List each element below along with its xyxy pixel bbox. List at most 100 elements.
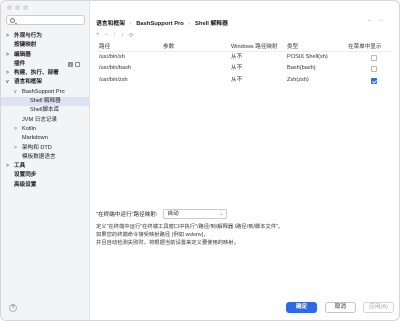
column-header-args[interactable]: 参数	[163, 43, 231, 51]
breadcrumb: 语言和框架 › BashSupport Pro › Shell 解释器	[96, 18, 231, 27]
sidebar-item-label: 架构和 DTD	[22, 144, 52, 151]
table-toolbar: + − ↑ ↓ ⟳	[96, 32, 134, 39]
breadcrumb-item: 语言和框架	[96, 21, 125, 27]
forward-arrow-icon[interactable]: →	[378, 17, 389, 23]
show-in-menu-checkbox[interactable]	[371, 77, 377, 84]
sidebar: > 外观与行为 按键映射 > 编辑器 插件 i > 构建、执行、部署 v 语言和…	[1, 1, 90, 320]
zoom-window-button[interactable]	[23, 5, 28, 10]
sidebar-item-kotlin[interactable]: > Kotlin	[1, 125, 90, 134]
move-down-icon[interactable]: ↓	[121, 32, 124, 39]
main-panel: 语言和框架 › BashSupport Pro › Shell 解释器 ←→ +…	[90, 1, 399, 320]
column-header-type[interactable]: 类型	[287, 43, 348, 51]
cell-type: Bash(bash)	[287, 65, 316, 72]
sidebar-item-tools[interactable]: > 工具	[1, 162, 90, 171]
search-input[interactable]	[6, 15, 85, 25]
sidebar-item-label: 设置同步	[14, 172, 37, 179]
cell-show	[348, 75, 392, 86]
show-in-menu-checkbox[interactable]	[371, 66, 377, 73]
cell-show	[348, 52, 392, 63]
sidebar-item-build[interactable]: > 构建、执行、部署	[1, 69, 90, 78]
apply-button[interactable]: 应用(A)	[363, 302, 394, 313]
table-row[interactable]: /usr/bin/bash 从不 Bash(bash)	[96, 63, 392, 74]
translate-icon: i	[68, 61, 73, 67]
sidebar-item-label: 插件	[14, 60, 26, 67]
sidebar-item-plugins[interactable]: 插件 i	[1, 60, 90, 69]
sidebar-item-bashsupport[interactable]: v BashSupport Pro	[1, 88, 90, 97]
sidebar-item-template-languages[interactable]: 模板数据语言	[1, 153, 90, 162]
chevron-down-icon[interactable]: v	[6, 78, 9, 87]
ok-button[interactable]: 确定	[286, 302, 317, 313]
sidebar-item-keymap[interactable]: 按键映射	[1, 41, 90, 50]
move-up-icon[interactable]: ↑	[113, 32, 116, 39]
sidebar-item-advanced[interactable]: 高级设置	[1, 181, 90, 190]
cell-mapping: 从不	[231, 65, 243, 72]
sidebar-item-label: 工具	[14, 163, 26, 170]
plugin-badges: i	[68, 61, 80, 67]
grid-icon	[75, 61, 80, 67]
close-window-button[interactable]	[7, 5, 12, 10]
cell-path: /usr/bin/zsh	[99, 76, 128, 83]
column-header-mapping[interactable]: Windows 路径映射	[231, 43, 287, 51]
table-row[interactable]: /usr/bin/zsh 从不 Zsh(zsh)	[96, 75, 392, 86]
sidebar-item-label: Markdown	[22, 135, 48, 142]
help-button[interactable]: ?	[9, 304, 17, 312]
breadcrumb-item: BashSupport Pro	[136, 21, 184, 27]
chevron-right-icon[interactable]: >	[6, 69, 9, 78]
sidebar-item-label: 外观与行为	[14, 33, 42, 39]
sidebar-item-appearance[interactable]: > 外观与行为	[1, 32, 90, 41]
breadcrumb-separator: ›	[129, 21, 132, 27]
sidebar-item-languages[interactable]: v 语言和框架	[1, 78, 90, 87]
table-row[interactable]: /usr/bin/sh 从不 POSIX Shell(sh)	[96, 52, 392, 63]
sidebar-item-shell-interpreter[interactable]: Shell 解释器	[1, 97, 90, 107]
back-arrow-icon[interactable]: ←	[367, 17, 378, 23]
sidebar-item-editor[interactable]: > 编辑器	[1, 51, 90, 60]
cell-args	[163, 75, 231, 86]
chevron-down-icon[interactable]: v	[14, 88, 17, 97]
dialog-footer: 确定 取消 应用(A)	[90, 298, 399, 320]
path-mapping-description: 定义"在终端中运行"在终端工具窗口中执行"/路径/到/解释器 /路径/到/脚本文…	[96, 223, 386, 247]
refresh-icon[interactable]: ⟳	[129, 32, 134, 39]
chevron-right-icon[interactable]: >	[6, 51, 9, 60]
cell-show	[348, 63, 392, 74]
chevron-down-icon: ⌄	[219, 211, 224, 217]
chevron-right-icon[interactable]: >	[6, 32, 9, 41]
description-line: 定义"在终端中运行"在终端工具窗口中执行"/路径/到/解释器 /路径/到/脚本文…	[96, 224, 284, 230]
remove-icon[interactable]: −	[105, 32, 109, 39]
minimize-window-button[interactable]	[15, 5, 20, 10]
chevron-right-icon[interactable]: >	[14, 125, 17, 134]
sidebar-item-label: Kotlin	[22, 125, 36, 132]
sidebar-item-schemas-dtd[interactable]: > 架构和 DTD	[1, 144, 90, 153]
sidebar-item-label: 模板数据语言	[22, 153, 56, 160]
sidebar-item-label: Shell脚本库	[30, 107, 60, 114]
chevron-right-icon[interactable]: >	[6, 162, 9, 171]
table-header: 路径 参数 Windows 路径映射 类型 在菜单中显示	[96, 43, 392, 52]
breadcrumb-item: Shell 解释器	[195, 21, 228, 27]
path-mapping-select[interactable]: 自动 ⌄	[163, 209, 228, 219]
cancel-button[interactable]: 取消	[325, 302, 356, 313]
sidebar-item-label: 高级设置	[14, 181, 37, 188]
interpreter-table: 路径 参数 Windows 路径映射 类型 在菜单中显示 /usr/bin/sh…	[96, 43, 392, 86]
window-controls	[7, 5, 28, 10]
cell-path: /usr/bin/bash	[99, 65, 132, 72]
column-header-show-in-menu[interactable]: 在菜单中显示	[348, 43, 392, 51]
sidebar-item-label: 按键映射	[14, 42, 37, 49]
cell-mapping: 从不	[231, 54, 243, 60]
show-in-menu-checkbox[interactable]	[371, 55, 377, 61]
sidebar-item-settings-sync[interactable]: 设置同步	[1, 171, 90, 180]
sidebar-item-label: 构建、执行、部署	[14, 70, 59, 77]
cell-type: POSIX Shell(sh)	[287, 54, 328, 60]
path-mapping-setting: "在终端中运行"路径映射: 自动 ⌄	[96, 209, 228, 219]
sidebar-item-label: Shell 解释器	[30, 98, 61, 105]
sidebar-item-markdown[interactable]: Markdown	[1, 134, 90, 143]
sidebar-item-label: JVM 日志记录	[22, 116, 58, 123]
sidebar-item-jvm-logging[interactable]: JVM 日志记录	[1, 116, 90, 125]
chevron-right-icon[interactable]: >	[14, 144, 17, 153]
cell-args	[163, 52, 231, 63]
add-icon[interactable]: +	[96, 32, 100, 39]
sidebar-item-shell-library[interactable]: Shell脚本库	[1, 106, 90, 115]
column-header-path[interactable]: 路径	[96, 43, 163, 51]
path-mapping-value: 自动	[167, 211, 179, 217]
sidebar-item-label: 语言和框架	[14, 79, 42, 86]
description-line: 并且自动检测失败时，将根据当前设置来定义要使用的映射。	[96, 240, 240, 246]
history-nav: ←→	[367, 17, 389, 23]
